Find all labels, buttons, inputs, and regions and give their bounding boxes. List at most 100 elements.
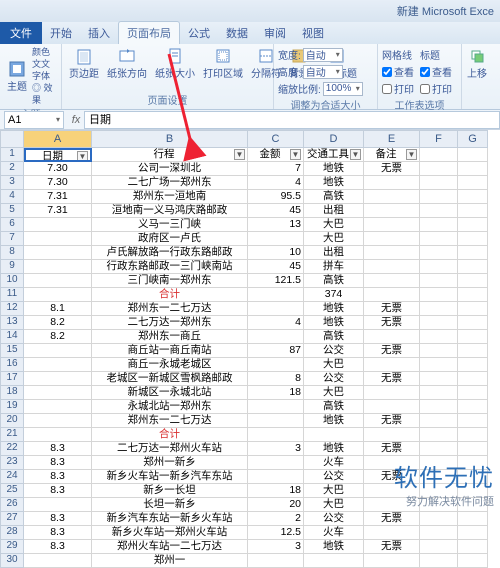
cell[interactable]: 无票 — [364, 302, 420, 316]
cell[interactable]: 2 — [248, 512, 304, 526]
cell[interactable] — [364, 246, 420, 260]
cell[interactable]: 卢氏解放路一行政东路邮政 — [92, 246, 248, 260]
cell[interactable]: 8.3 — [24, 456, 92, 470]
fx-icon[interactable]: fx — [68, 114, 84, 126]
cell[interactable] — [364, 288, 420, 302]
height-combo[interactable]: 自动 — [303, 65, 343, 79]
cell[interactable] — [420, 288, 458, 302]
cell[interactable] — [248, 470, 304, 484]
cell[interactable]: 二七万达一郑州火车站 — [92, 442, 248, 456]
cell[interactable] — [248, 330, 304, 344]
cell[interactable] — [304, 554, 364, 568]
filter-dropdown[interactable]: ▼ — [77, 151, 88, 162]
cell[interactable] — [458, 288, 488, 302]
cell[interactable]: 新乡汽车东站一新乡火车站 — [92, 512, 248, 526]
cell[interactable]: 日期▼ — [24, 148, 92, 162]
cell[interactable] — [248, 554, 304, 568]
row-header[interactable]: 15 — [0, 344, 24, 358]
row-header[interactable]: 1 — [0, 148, 24, 162]
cell[interactable]: 地铁 — [304, 176, 364, 190]
cell[interactable] — [458, 386, 488, 400]
cell[interactable] — [458, 400, 488, 414]
cell[interactable]: 洹地南一义马鸿庆路邮政 — [92, 204, 248, 218]
cell[interactable]: 交通工具▼ — [304, 148, 364, 162]
cell[interactable]: 郑州东一二七万达 — [92, 302, 248, 316]
cell[interactable] — [248, 288, 304, 302]
cell[interactable] — [24, 372, 92, 386]
cell[interactable]: 20 — [248, 498, 304, 512]
row-header[interactable]: 10 — [0, 274, 24, 288]
cell[interactable]: 地铁 — [304, 302, 364, 316]
row-header[interactable]: 18 — [0, 386, 24, 400]
cell[interactable]: 7.30 — [24, 176, 92, 190]
file-tab[interactable]: 文件 — [0, 22, 42, 44]
cell[interactable]: 公交 — [304, 512, 364, 526]
cell[interactable]: 公交 — [304, 470, 364, 484]
cell[interactable]: 大巴 — [304, 358, 364, 372]
cell[interactable] — [420, 442, 458, 456]
cell[interactable] — [420, 162, 458, 176]
cell[interactable] — [364, 232, 420, 246]
cell[interactable]: 大巴 — [304, 484, 364, 498]
cell[interactable]: 无票 — [364, 442, 420, 456]
cell[interactable] — [248, 456, 304, 470]
row-header[interactable]: 25 — [0, 484, 24, 498]
row-header[interactable]: 24 — [0, 470, 24, 484]
cell[interactable] — [24, 414, 92, 428]
cell[interactable] — [24, 218, 92, 232]
cell[interactable] — [420, 386, 458, 400]
row-header[interactable]: 4 — [0, 190, 24, 204]
cell[interactable]: 3 — [248, 442, 304, 456]
row-header[interactable]: 8 — [0, 246, 24, 260]
cell[interactable]: 出租 — [304, 246, 364, 260]
cell[interactable] — [420, 330, 458, 344]
cell[interactable]: 无票 — [364, 316, 420, 330]
cell[interactable]: 4 — [248, 316, 304, 330]
row-header[interactable]: 9 — [0, 260, 24, 274]
cell[interactable]: 义马一三门峡 — [92, 218, 248, 232]
cell[interactable]: 政府区一卢氏 — [92, 232, 248, 246]
row-header[interactable]: 21 — [0, 428, 24, 442]
cell[interactable] — [24, 274, 92, 288]
cell[interactable] — [24, 554, 92, 568]
cell[interactable]: 郑州一 — [92, 554, 248, 568]
cell[interactable]: 火车 — [304, 456, 364, 470]
cell[interactable] — [458, 526, 488, 540]
cell[interactable]: 95.5 — [248, 190, 304, 204]
select-all-corner[interactable] — [0, 130, 24, 148]
tab-pagelayout[interactable]: 页面布局 — [118, 21, 180, 44]
cell[interactable]: 8.1 — [24, 302, 92, 316]
cell[interactable] — [24, 358, 92, 372]
cell[interactable]: 新乡火车站一新乡汽车东站 — [92, 470, 248, 484]
cell[interactable] — [24, 288, 92, 302]
cell[interactable] — [458, 330, 488, 344]
cell[interactable]: 12.5 — [248, 526, 304, 540]
cell[interactable] — [24, 246, 92, 260]
cell[interactable] — [458, 176, 488, 190]
cell[interactable] — [420, 218, 458, 232]
cell[interactable]: 大巴 — [304, 232, 364, 246]
cell[interactable] — [364, 218, 420, 232]
name-box[interactable]: A1 — [4, 111, 64, 129]
cell[interactable]: 18 — [248, 484, 304, 498]
cell[interactable] — [420, 260, 458, 274]
cell[interactable]: 地铁 — [304, 540, 364, 554]
cell[interactable] — [458, 246, 488, 260]
cell[interactable] — [458, 442, 488, 456]
cell[interactable] — [458, 414, 488, 428]
cell[interactable] — [248, 302, 304, 316]
cell[interactable] — [364, 358, 420, 372]
cell[interactable]: 13 — [248, 218, 304, 232]
cell[interactable] — [24, 232, 92, 246]
cell[interactable] — [420, 316, 458, 330]
cell[interactable]: 18 — [248, 386, 304, 400]
cell[interactable]: 火车 — [304, 526, 364, 540]
tab-insert[interactable]: 插入 — [80, 22, 118, 44]
cell[interactable] — [420, 274, 458, 288]
cell[interactable] — [420, 232, 458, 246]
row-header[interactable]: 29 — [0, 540, 24, 554]
cell[interactable] — [24, 400, 92, 414]
cell[interactable] — [248, 400, 304, 414]
cell[interactable] — [458, 512, 488, 526]
cell[interactable]: 郑州火车站一二七万达 — [92, 540, 248, 554]
